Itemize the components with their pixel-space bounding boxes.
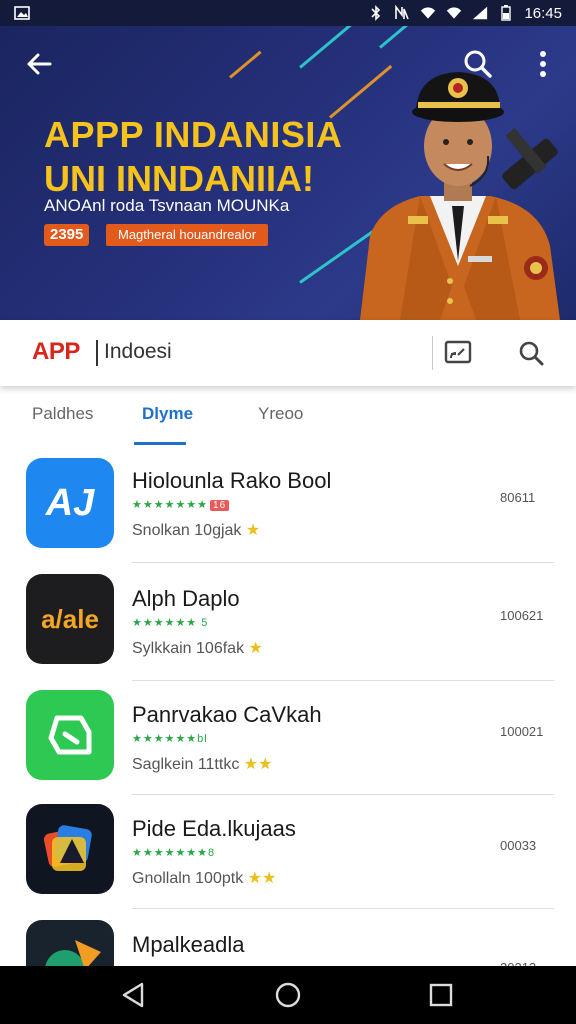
tab-dlyme[interactable]: Dlyme [142, 404, 193, 424]
rating-stars: ★★★★★★★8 [132, 847, 216, 859]
app-meta-text: Gnollaln 100ptk [132, 870, 244, 887]
logo-divider [96, 340, 98, 366]
app-name: Pide Eda.lkujaas [132, 816, 296, 841]
app-icon [26, 804, 114, 894]
rating-stars-text: ★★★★★★★ [132, 499, 209, 511]
list-item[interactable]: AJ Hiolounla Rako Bool ★★★★★★★ 16 Snolkan… [0, 446, 576, 563]
row-divider [132, 908, 554, 909]
tab-bar: Paldhes Dlyme Yreoo [0, 392, 576, 446]
app-meta: Gnollaln 100ptk ★★ [132, 868, 276, 888]
back-arrow-icon[interactable] [24, 48, 56, 80]
tab-yreoo[interactable]: Yreoo [258, 404, 303, 424]
decorative-stripe [229, 50, 262, 79]
list-item[interactable]: a/ale Alph Daplo ★★★★★★ 5 Sylkkain 106fa… [0, 564, 576, 681]
app-icon [26, 920, 114, 966]
app-meta: Snolkan 10gjak ★ [132, 520, 260, 540]
rating-stars: ★★★★★★★ 16 [132, 498, 230, 511]
hero-headline-1: APPP INDANISIA [44, 114, 343, 155]
app-meta: Sylkkain 106fak ★ [132, 638, 263, 658]
app-meta-text: Sylkkain 106fak [132, 640, 245, 657]
rating-badge: 16 [210, 499, 230, 511]
app-icon-label: AJ [45, 481, 95, 524]
back-icon[interactable] [118, 980, 148, 1010]
rating-stars: ★★★★★★ 5 [132, 617, 209, 629]
star-icon: ★★ [247, 870, 277, 887]
download-count: 00033 [500, 838, 537, 853]
recents-icon[interactable] [426, 980, 456, 1010]
battery-icon [498, 5, 514, 21]
star-icon: ★ [245, 522, 261, 539]
nfc-icon [394, 5, 410, 21]
app-meta: Saglkein 11ttkc ★★ [132, 754, 272, 774]
download-count: 80611 [500, 490, 536, 505]
navigation-bar [0, 966, 576, 1024]
bluetooth-icon [368, 5, 384, 21]
toolbar-divider [432, 336, 433, 370]
tab-paldhes[interactable]: Paldhes [32, 404, 93, 424]
app-name: Panrvakao CaVkah [132, 702, 322, 727]
app-icon: a/ale [26, 574, 114, 664]
download-count: 100621 [500, 608, 544, 623]
active-tab-indicator [134, 442, 186, 445]
app-icon-shape [45, 940, 101, 966]
hero-headline-2: UNI INNDANIIA! [44, 158, 314, 199]
app-name: Mpalkeadla [132, 932, 245, 957]
row-divider [132, 562, 554, 563]
app-logo[interactable]: APP [32, 338, 80, 366]
status-time: 16:45 [524, 4, 562, 22]
app-icon-shape [43, 825, 92, 871]
signal-icon [472, 5, 488, 21]
wifi-icon [446, 5, 462, 21]
app-meta-text: Saglkein 11ttkc [132, 756, 240, 773]
list-item[interactable]: Pide Eda.lkujaas ★★★★★★★8 Gnollaln 100pt… [0, 794, 576, 910]
rating-stars: ★★★★★★bl [132, 733, 208, 745]
hero-subtitle: ANOAnl roda Tsvnaan MOUNKa [44, 196, 290, 215]
cast-icon[interactable] [442, 338, 474, 368]
app-meta-text: Snolkan 10gjak [132, 522, 242, 539]
status-bar: 16:45 [0, 0, 576, 26]
search-icon[interactable] [516, 338, 548, 368]
app-icon-label: a/ale [41, 603, 99, 634]
app-icon: AJ [26, 458, 114, 548]
image-icon [14, 5, 30, 21]
app-name: Hiolounla Rako Bool [132, 468, 332, 493]
app-icon-shape [48, 715, 92, 755]
app-name: Alph Daplo [132, 586, 240, 611]
officer-illustration [360, 72, 560, 320]
app-icon [26, 690, 114, 780]
hero-tagline: Magtheral houandrealor [106, 224, 269, 246]
list-item[interactable]: Panrvakao CaVkah ★★★★★★bl Saglkein 11ttk… [0, 680, 576, 796]
app-logo-text: Indoesi [104, 340, 172, 363]
hero-badge: 2395 [44, 224, 90, 246]
home-icon[interactable] [273, 980, 303, 1010]
list-item[interactable]: Mpalkeadla 30212 [0, 910, 576, 966]
download-count: 100021 [500, 724, 544, 739]
star-icon: ★ [248, 640, 263, 657]
app-bar: APP Indoesi [0, 320, 576, 386]
star-icon: ★★ [243, 756, 273, 773]
wifi-icon [420, 5, 436, 21]
hero-banner: APPP INDANISIA UNI INNDANIIA! ANOAnl rod… [0, 26, 576, 320]
